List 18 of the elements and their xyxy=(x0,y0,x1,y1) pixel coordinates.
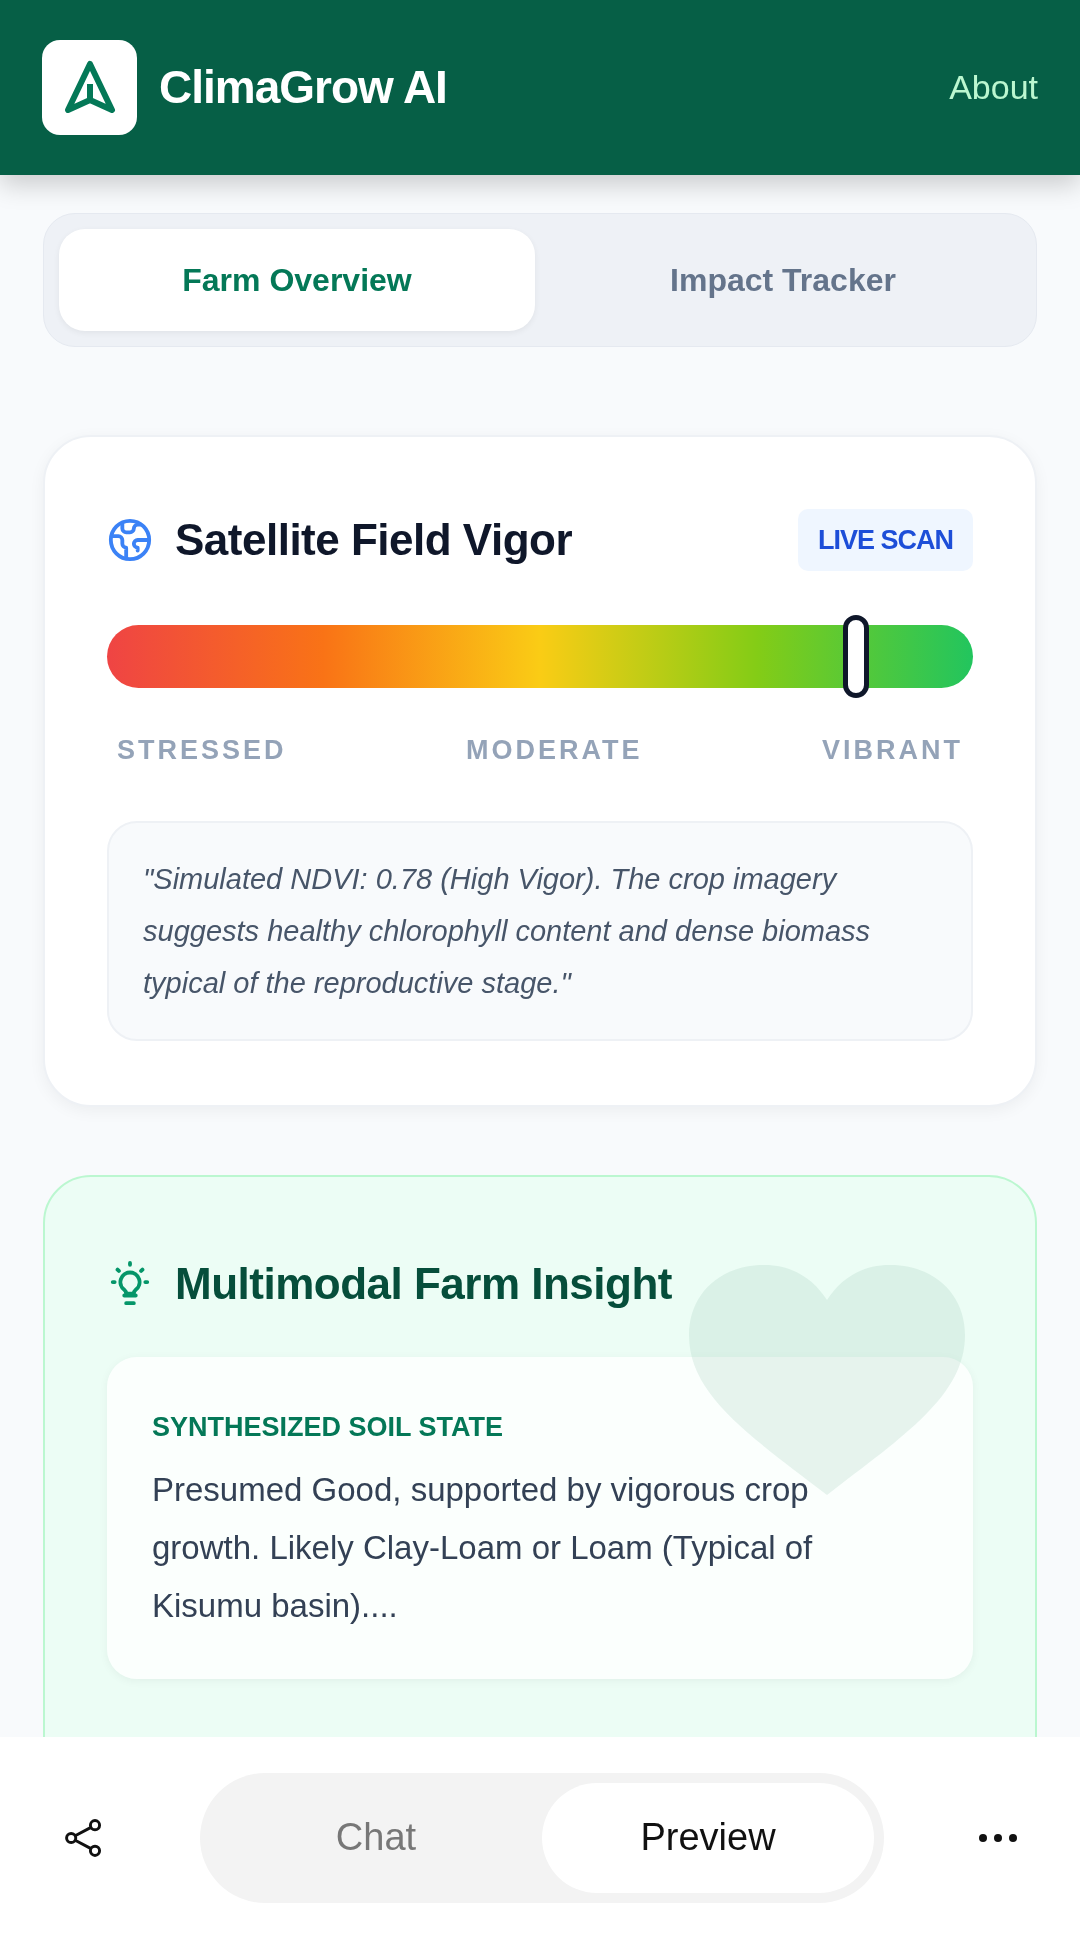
mode-tab[interactable]: Chat xyxy=(210,1782,542,1893)
section-text: Presumed Good, supported by vigorous crop growth. Likely Clay-Loam or Loam (Typical of Kisumu basin).... xyxy=(152,1470,814,1626)
about-link[interactable]: About xyxy=(949,62,1038,113)
scale-label: MODERATE xyxy=(466,734,643,767)
app-title: ClimaGrow AI xyxy=(159,60,447,115)
logo-icon xyxy=(42,40,137,135)
tab[interactable]: Impact Tracker xyxy=(545,229,1021,331)
live-scan-badge: LIVE SCAN xyxy=(797,508,973,572)
tab[interactable]: Farm Overview xyxy=(59,229,535,331)
mode-tab[interactable]: Preview xyxy=(542,1782,874,1893)
vigor-note: "Simulated NDVI: 0.78 (High Vigor). The crop imagery suggests healthy chlorophyll content and dense biomass typical of the reproductive stage." xyxy=(107,820,973,1041)
card-title: Multimodal Farm Insight xyxy=(175,1257,672,1310)
globe-icon xyxy=(107,517,153,563)
section-label: SYNTHESIZED SOIL STATE xyxy=(152,1410,505,1444)
more-icon[interactable] xyxy=(978,1832,1018,1843)
card-title: Satellite Field Vigor xyxy=(175,514,572,566)
scale-label: STRESSED xyxy=(117,734,287,767)
scale-label: VIBRANT xyxy=(822,734,963,767)
